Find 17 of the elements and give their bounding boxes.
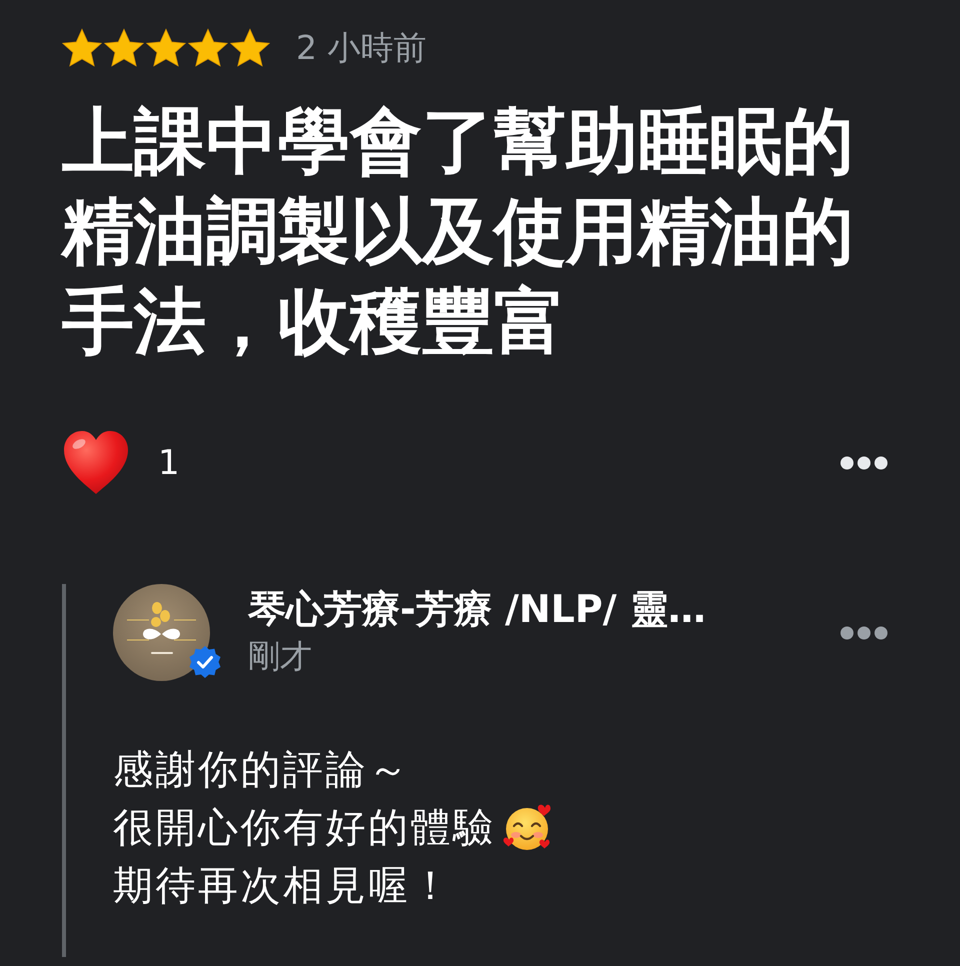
star-icon (62, 28, 102, 68)
author-name[interactable]: 琴心芳療-芳療 /NLP/ 靈… (248, 586, 840, 632)
reply-text: 期待再次相見喔！ (113, 862, 453, 911)
star-icon (104, 28, 144, 68)
heart-icon (62, 430, 130, 496)
more-options-icon[interactable] (840, 626, 888, 640)
review-text: 上課中學會了幫助睡眠的精油調製以及使用精油的手法，收穫豐富 (62, 98, 855, 365)
reply-text: 很開心你有好的體驗 (113, 804, 496, 853)
star-icon (230, 28, 270, 68)
reply-text: 感謝你的評論～ (113, 746, 410, 795)
reaction-count: 1 (158, 443, 180, 483)
more-options-icon[interactable] (840, 456, 888, 470)
reply-time: 剛才 (248, 636, 313, 676)
avatar-icon[interactable] (113, 584, 210, 681)
star-icon (146, 28, 186, 68)
star-icon (188, 28, 228, 68)
review-time: 2 小時前 (296, 28, 426, 68)
